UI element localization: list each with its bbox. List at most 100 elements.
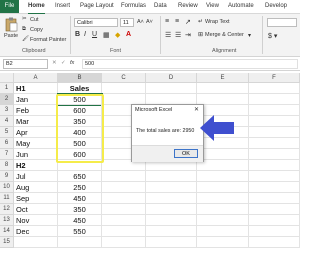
cell[interactable]: [146, 182, 197, 193]
cut-icon[interactable]: ✂: [22, 16, 27, 22]
cell[interactable]: [249, 193, 300, 204]
column-header-a[interactable]: A: [14, 73, 58, 83]
cell-a[interactable]: Sep: [14, 193, 58, 204]
formula-input[interactable]: 500: [82, 59, 298, 69]
row-header[interactable]: 11: [0, 193, 14, 204]
cell[interactable]: [197, 215, 249, 226]
merge-center-icon[interactable]: ⊞: [198, 31, 203, 38]
align-top-icon[interactable]: ≡: [165, 18, 169, 25]
paste-icon[interactable]: [5, 17, 18, 32]
row-header[interactable]: 1: [0, 83, 14, 94]
cell-a[interactable]: H2: [14, 160, 58, 171]
column-header-b[interactable]: B: [58, 73, 102, 83]
menu-data[interactable]: Data: [154, 0, 167, 13]
font-name-box[interactable]: Calibri: [74, 18, 118, 27]
menu-formulas[interactable]: Formulas: [121, 0, 146, 13]
indent-icon[interactable]: ⇥: [185, 31, 191, 39]
row-header[interactable]: 10: [0, 182, 14, 193]
grow-font-icon[interactable]: A˄: [137, 19, 144, 25]
row-header[interactable]: 9: [0, 171, 14, 182]
select-all-corner[interactable]: [0, 73, 14, 83]
cell[interactable]: [146, 193, 197, 204]
cell[interactable]: [197, 160, 249, 171]
cell-b[interactable]: 450: [58, 215, 102, 226]
merge-center-button[interactable]: Merge & Center: [205, 32, 244, 38]
cell[interactable]: [197, 237, 249, 248]
cell[interactable]: [249, 237, 300, 248]
copy-icon[interactable]: ⧉: [22, 26, 26, 33]
cell[interactable]: [249, 226, 300, 237]
row-header[interactable]: 8: [0, 160, 14, 171]
cell-b[interactable]: 650: [58, 171, 102, 182]
cell[interactable]: [146, 204, 197, 215]
cell-b[interactable]: 450: [58, 193, 102, 204]
chevron-down-icon[interactable]: ▾: [248, 32, 251, 39]
orientation-icon[interactable]: ↗: [185, 18, 191, 26]
cell[interactable]: [197, 182, 249, 193]
menu-home[interactable]: Home: [28, 0, 45, 15]
row-header[interactable]: 14: [0, 226, 14, 237]
wrap-text-button[interactable]: Wrap Text: [205, 19, 230, 25]
cell[interactable]: [146, 215, 197, 226]
paste-button[interactable]: Paste: [4, 33, 18, 39]
column-header-e[interactable]: E: [197, 73, 249, 83]
cell[interactable]: [146, 237, 197, 248]
cell[interactable]: [102, 83, 146, 94]
currency-icon[interactable]: $ ▾: [268, 32, 277, 40]
cut-button[interactable]: Cut: [30, 17, 39, 23]
number-format-box[interactable]: [267, 18, 297, 27]
cell[interactable]: [249, 149, 300, 160]
cell-a[interactable]: Jun: [14, 149, 58, 160]
shrink-font-icon[interactable]: A˅: [146, 19, 153, 25]
row-header[interactable]: 4: [0, 116, 14, 127]
cell[interactable]: [102, 193, 146, 204]
menu-insert[interactable]: Insert: [55, 0, 70, 13]
font-color-icon[interactable]: A: [126, 31, 131, 38]
cell[interactable]: [197, 226, 249, 237]
cell[interactable]: [197, 94, 249, 105]
enter-icon[interactable]: ✓: [61, 60, 66, 66]
cell-b[interactable]: [58, 237, 102, 248]
cell[interactable]: [249, 182, 300, 193]
menu-view[interactable]: View: [206, 0, 219, 13]
wrap-text-icon[interactable]: ↵: [198, 18, 203, 25]
cell-b[interactable]: 350: [58, 204, 102, 215]
menu-file[interactable]: File: [0, 0, 19, 13]
cell-a[interactable]: Jul: [14, 171, 58, 182]
format-painter-icon[interactable]: 🖌: [22, 36, 29, 42]
cell-b[interactable]: Sales: [58, 83, 102, 94]
align-left-icon[interactable]: ☰: [165, 31, 171, 39]
cell[interactable]: [197, 193, 249, 204]
cell[interactable]: [249, 94, 300, 105]
cell[interactable]: [249, 138, 300, 149]
row-header[interactable]: 12: [0, 204, 14, 215]
menu-developer[interactable]: Develop: [265, 0, 287, 13]
cell[interactable]: [197, 204, 249, 215]
align-center-icon[interactable]: ☰: [175, 31, 181, 39]
fill-color-icon[interactable]: ◆: [115, 31, 120, 39]
menu-review[interactable]: Review: [178, 0, 198, 13]
cancel-icon[interactable]: ✕: [52, 60, 57, 66]
cell-a[interactable]: [14, 237, 58, 248]
cell[interactable]: [249, 171, 300, 182]
cell[interactable]: [102, 204, 146, 215]
cell[interactable]: [146, 83, 197, 94]
cell-a[interactable]: Oct: [14, 204, 58, 215]
format-painter-button[interactable]: Format Painter: [30, 37, 66, 43]
cell[interactable]: [102, 237, 146, 248]
row-header[interactable]: 15: [0, 237, 14, 248]
ok-button[interactable]: OK: [174, 149, 198, 158]
cell[interactable]: [146, 171, 197, 182]
bold-button[interactable]: B: [75, 31, 80, 38]
cell[interactable]: [249, 127, 300, 138]
column-header-d[interactable]: D: [146, 73, 197, 83]
row-header[interactable]: 3: [0, 105, 14, 116]
close-icon[interactable]: ✕: [194, 106, 199, 113]
cell[interactable]: [146, 226, 197, 237]
cell[interactable]: [249, 116, 300, 127]
cell[interactable]: [249, 215, 300, 226]
align-middle-icon[interactable]: ≡: [175, 18, 179, 25]
underline-button[interactable]: U: [92, 31, 97, 38]
row-header[interactable]: 6: [0, 138, 14, 149]
cell-a[interactable]: Feb: [14, 105, 58, 116]
